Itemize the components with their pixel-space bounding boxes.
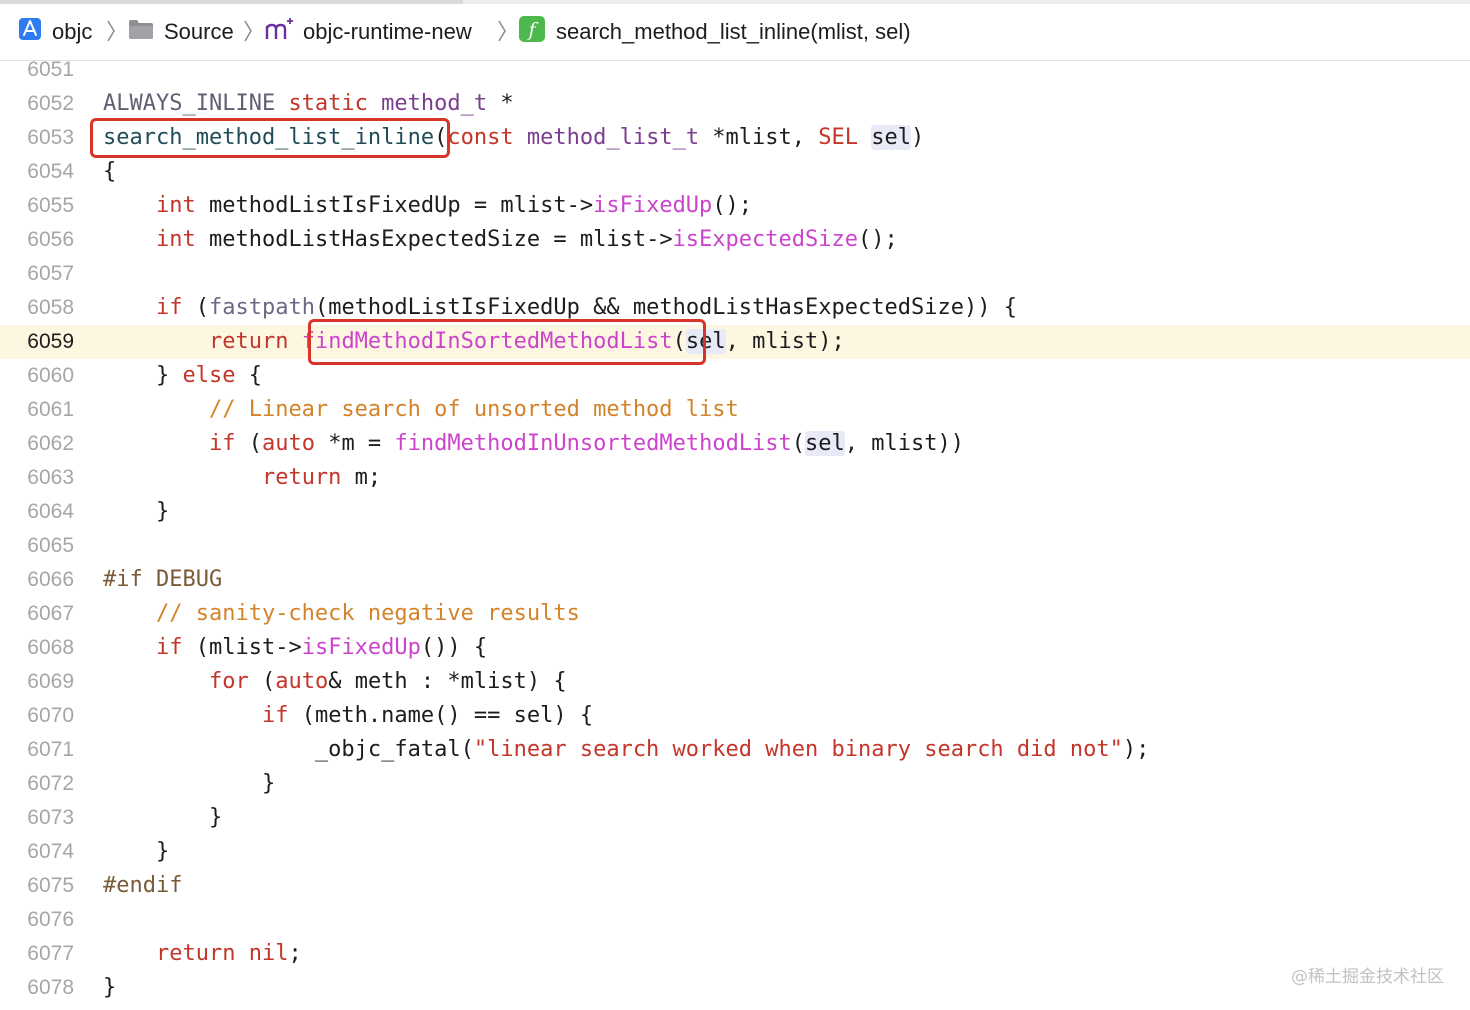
line-number: 6068 bbox=[27, 636, 74, 659]
code-text: } bbox=[103, 975, 117, 1000]
code-line: 6078 } bbox=[0, 971, 1470, 1005]
code-line: 6068 if (mlist->isFixedUp()) { bbox=[0, 631, 1470, 665]
code-line: 6056 int methodListHasExpectedSize = mli… bbox=[0, 223, 1470, 257]
line-number: 6065 bbox=[27, 534, 74, 557]
code-text: } bbox=[103, 805, 223, 830]
code-line: 6066 #if DEBUG bbox=[0, 563, 1470, 597]
breadcrumb-label: search_method_list_inline(mlist, sel) bbox=[556, 19, 911, 44]
line-number: 6077 bbox=[27, 942, 74, 965]
code-text: _objc_fatal("linear search worked when b… bbox=[103, 737, 1150, 762]
code-line: 6063 return m; bbox=[0, 461, 1470, 495]
code-line: 6071 _objc_fatal("linear search worked w… bbox=[0, 733, 1470, 767]
chevron-right-icon bbox=[244, 20, 252, 42]
line-number: 6060 bbox=[27, 364, 74, 387]
objc-source-file-icon bbox=[265, 17, 293, 47]
breadcrumb-item-project[interactable]: objc bbox=[18, 14, 92, 50]
code-line: 6076 bbox=[0, 903, 1470, 937]
annotation-box-function-name bbox=[90, 118, 450, 158]
code-text: } else { bbox=[103, 363, 262, 388]
line-number: 6054 bbox=[27, 160, 74, 183]
code-line: 6060 } else { bbox=[0, 359, 1470, 393]
code-line: 6055 int methodListIsFixedUp = mlist->is… bbox=[0, 189, 1470, 223]
code-line: 6062 if (auto *m = findMethodInUnsortedM… bbox=[0, 427, 1470, 461]
watermark-text: @稀土掘金技术社区 bbox=[1291, 967, 1444, 987]
line-number: 6058 bbox=[27, 296, 74, 319]
code-line: 6057 bbox=[0, 257, 1470, 291]
code-text: { bbox=[103, 159, 117, 184]
line-number: 6063 bbox=[27, 466, 74, 489]
code-text: return m; bbox=[261, 465, 382, 490]
code-text: #endif bbox=[103, 873, 183, 898]
breadcrumb-label: objc-runtime-new bbox=[303, 19, 472, 44]
line-number: 6059 bbox=[27, 330, 74, 353]
breadcrumb-label: objc bbox=[52, 19, 93, 44]
line-number: 6062 bbox=[27, 432, 74, 455]
line-number: 6055 bbox=[27, 194, 74, 217]
code-line: 6064 } bbox=[0, 495, 1470, 529]
code-line: 6051 bbox=[0, 53, 1470, 87]
source-editor[interactable]: 6051 6052 ALWAYS_INLINE static method_t … bbox=[0, 58, 1470, 1010]
code-line: 6073 } bbox=[0, 801, 1470, 835]
line-number: 6069 bbox=[27, 670, 74, 693]
line-number: 6057 bbox=[27, 262, 74, 285]
code-text: ALWAYS_INLINE static method_t * bbox=[103, 91, 514, 116]
code-text: int methodListIsFixedUp = mlist->isFixed… bbox=[155, 193, 753, 218]
line-number: 6071 bbox=[27, 738, 74, 761]
folder-icon bbox=[128, 18, 154, 46]
code-text: int methodListHasExpectedSize = mlist->i… bbox=[155, 227, 898, 252]
code-line: 6065 bbox=[0, 529, 1470, 563]
chevron-right-icon bbox=[498, 20, 506, 42]
code-text: } bbox=[103, 771, 276, 796]
code-text: for (auto& meth : *mlist) { bbox=[208, 669, 567, 694]
code-text: } bbox=[103, 839, 170, 864]
chevron-right-icon bbox=[107, 20, 115, 42]
code-line: 6052 ALWAYS_INLINE static method_t * bbox=[0, 87, 1470, 121]
code-line: 6077 return nil; bbox=[0, 937, 1470, 971]
line-number: 6074 bbox=[27, 840, 74, 863]
line-number: 6066 bbox=[27, 568, 74, 591]
code-text: // sanity-check negative results bbox=[155, 601, 580, 626]
line-number: 6067 bbox=[27, 602, 74, 625]
code-text: if (mlist->isFixedUp()) { bbox=[155, 635, 488, 660]
line-number: 6051 bbox=[27, 58, 74, 81]
breadcrumb-item-source[interactable]: Source bbox=[128, 14, 234, 50]
line-number: 6070 bbox=[27, 704, 74, 727]
code-text: // Linear search of unsorted method list bbox=[208, 397, 739, 422]
breadcrumb-item-function[interactable]: f search_method_list_inline(mlist, sel) bbox=[518, 14, 911, 50]
line-number: 6073 bbox=[27, 806, 74, 829]
code-line: 6054 { bbox=[0, 155, 1470, 189]
code-text: if (auto *m = findMethodInUnsortedMethod… bbox=[208, 431, 965, 456]
code-text: return nil; bbox=[155, 941, 302, 966]
line-number: 6078 bbox=[27, 976, 74, 999]
line-number: 6064 bbox=[27, 500, 74, 523]
code-line: 6072 } bbox=[0, 767, 1470, 801]
line-number: 6056 bbox=[27, 228, 74, 251]
line-number: 6053 bbox=[27, 126, 74, 149]
function-icon: f bbox=[518, 15, 546, 49]
code-line: 6070 if (meth.name() == sel) { bbox=[0, 699, 1470, 733]
code-text: } bbox=[103, 499, 170, 524]
line-number: 6061 bbox=[27, 398, 74, 421]
code-line: 6058 if (fastpath(methodListIsFixedUp &&… bbox=[0, 291, 1470, 325]
code-line: 6061 // Linear search of unsorted method… bbox=[0, 393, 1470, 427]
code-line: 6074 } bbox=[0, 835, 1470, 869]
line-number: 6052 bbox=[27, 92, 74, 115]
annotation-box-sorted-call bbox=[308, 319, 706, 365]
code-text: if (meth.name() == sel) { bbox=[261, 703, 594, 728]
line-number: 6075 bbox=[27, 874, 74, 897]
code-line-current: 6059 return findMethodInSortedMethodList… bbox=[0, 325, 1470, 359]
breadcrumb-item-file[interactable]: objc-runtime-new bbox=[265, 14, 472, 50]
code-line: 6067 // sanity-check negative results bbox=[0, 597, 1470, 631]
line-number: 6076 bbox=[27, 908, 74, 931]
code-line: 6069 for (auto& meth : *mlist) { bbox=[0, 665, 1470, 699]
line-number: 6072 bbox=[27, 772, 74, 795]
breadcrumb-label: Source bbox=[164, 19, 234, 44]
code-line: 6075 #endif bbox=[0, 869, 1470, 903]
code-text: #if DEBUG bbox=[103, 567, 223, 592]
xcode-project-icon bbox=[18, 17, 42, 47]
